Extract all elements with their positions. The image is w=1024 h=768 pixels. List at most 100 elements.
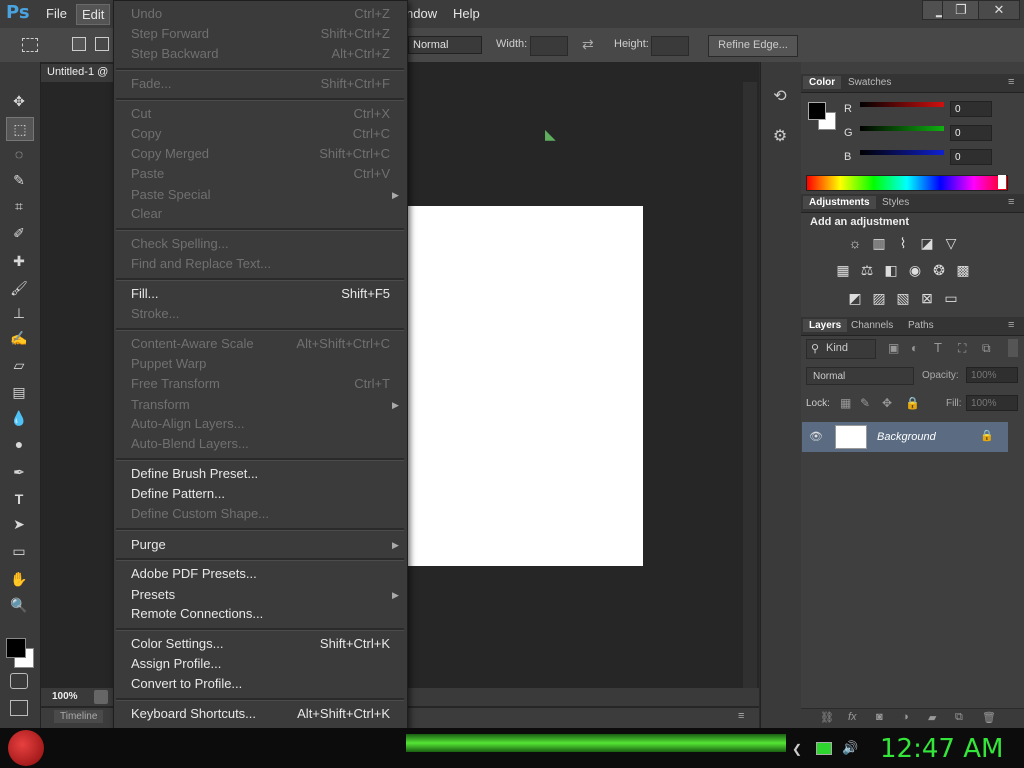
path-selection-tool-icon[interactable]: ➤	[6, 513, 32, 535]
tab-adjustments[interactable]: Adjustments	[803, 196, 876, 209]
quick-selection-tool-icon[interactable]: ✎	[6, 169, 32, 191]
filter-shape-icon[interactable]: ⛶	[958, 341, 966, 356]
edit-menu-item[interactable]: Remote Connections...	[131, 606, 263, 621]
rectangular-marquee-tool-icon[interactable]: ⬚	[6, 117, 34, 141]
restore-button[interactable]: ❐	[942, 0, 980, 20]
filter-toggle[interactable]	[1008, 339, 1018, 357]
edit-menu-item[interactable]: Paste Special	[131, 187, 211, 202]
selective-color-icon[interactable]: ⊠	[918, 291, 936, 305]
move-tool-icon[interactable]: ✥	[6, 90, 32, 112]
channel-g-field[interactable]: 0	[950, 125, 992, 141]
status-menu-icon[interactable]	[94, 690, 108, 704]
invert-icon[interactable]: ◩	[846, 291, 864, 305]
edit-menu-item[interactable]: Assign Profile...	[131, 656, 221, 671]
menu-file[interactable]: File	[46, 6, 67, 21]
edit-menu-item[interactable]: Clear	[131, 206, 162, 221]
channel-r-field[interactable]: 0	[950, 101, 992, 117]
gradient-tool-icon[interactable]: ▤	[6, 381, 32, 403]
edit-menu-item[interactable]: Color Settings...	[131, 636, 224, 651]
lock-all-icon[interactable]: 🔒	[905, 396, 920, 410]
edit-menu-item[interactable]: Purge	[131, 537, 166, 552]
new-group-icon[interactable]: ▰	[928, 711, 936, 724]
edit-menu-item[interactable]: Stroke...	[131, 306, 179, 321]
hand-tool-icon[interactable]: ✋	[6, 568, 32, 590]
edit-menu-item[interactable]: Cut	[131, 106, 151, 121]
taskbar-clock[interactable]: 12:47 AM	[880, 734, 1003, 764]
edit-menu-item[interactable]: Define Pattern...	[131, 486, 225, 501]
edit-menu-item[interactable]: Fill...	[131, 286, 158, 301]
new-layer-icon[interactable]: ⧉	[955, 711, 963, 724]
edit-menu-item[interactable]: Auto-Blend Layers...	[131, 436, 249, 451]
history-panel-icon[interactable]: ⟲	[768, 86, 792, 108]
edit-menu-item[interactable]: Define Brush Preset...	[131, 466, 258, 481]
edit-menu-item[interactable]: Check Spelling...	[131, 236, 229, 251]
rectangle-tool-icon[interactable]: ▭	[6, 540, 32, 562]
posterize-icon[interactable]: ▨	[870, 291, 888, 305]
edit-menu-item[interactable]: Keyboard Shortcuts...	[131, 706, 256, 721]
layers-panel-menu-icon[interactable]: ≡	[1008, 319, 1014, 331]
edit-menu-item[interactable]: Step Backward	[131, 46, 218, 61]
filter-adjustment-icon[interactable]: ◐	[911, 341, 918, 355]
properties-panel-icon[interactable]: ⚙	[768, 126, 792, 148]
timeline-menu-icon[interactable]: ≡	[738, 710, 744, 722]
delete-layer-icon[interactable]: 🗑	[982, 711, 996, 724]
history-brush-tool-icon[interactable]: ✍	[6, 327, 32, 349]
eraser-tool-icon[interactable]: ▱	[6, 354, 32, 376]
channel-g-slider[interactable]	[860, 126, 944, 131]
crop-tool-icon[interactable]: ⌗	[6, 195, 32, 217]
document-tab[interactable]: Untitled-1 @	[41, 64, 121, 82]
quick-mask-icon[interactable]	[10, 673, 28, 689]
height-field[interactable]	[651, 36, 689, 56]
eyedropper-tool-icon[interactable]: ✐	[6, 222, 32, 244]
black-white-icon[interactable]: ◧	[882, 263, 900, 277]
new-selection-icon[interactable]	[72, 37, 86, 51]
layer-style-icon[interactable]: fx	[848, 711, 857, 723]
color-fg-swatch[interactable]	[808, 102, 826, 120]
threshold-icon[interactable]: ▧	[894, 291, 912, 305]
timeline-tab[interactable]: Timeline	[54, 710, 104, 723]
edit-menu-item[interactable]: Find and Replace Text...	[131, 256, 271, 271]
lock-transparent-icon[interactable]: ▦	[840, 396, 851, 410]
edit-menu-item[interactable]: Paste	[131, 166, 164, 181]
edit-menu-item[interactable]: Undo	[131, 6, 162, 21]
new-adjustment-layer-icon[interactable]: ◑	[902, 711, 909, 723]
channel-r-slider[interactable]	[860, 102, 944, 107]
clone-stamp-tool-icon[interactable]: ⊥	[6, 302, 32, 324]
filter-smart-object-icon[interactable]: ⧉	[982, 341, 991, 356]
link-layers-icon[interactable]: ⛓	[820, 711, 834, 724]
photo-filter-icon[interactable]: ◉	[906, 263, 924, 277]
tab-swatches[interactable]: Swatches	[842, 76, 897, 89]
marquee-tool-preset-icon[interactable]	[22, 38, 38, 52]
channel-mixer-icon[interactable]: ❂	[930, 263, 948, 277]
blur-tool-icon[interactable]: 💧	[6, 407, 32, 429]
exposure-icon[interactable]: ◪	[918, 236, 936, 250]
menu-help[interactable]: Help	[453, 6, 480, 21]
edit-menu-item[interactable]: Step Forward	[131, 26, 209, 41]
brightness-contrast-icon[interactable]: ☼	[846, 236, 864, 250]
dodge-tool-icon[interactable]: ●	[6, 433, 32, 455]
zoom-level[interactable]: 100%	[52, 691, 78, 702]
swap-icon[interactable]: ⇄	[582, 36, 594, 53]
channel-b-slider[interactable]	[860, 150, 944, 155]
close-button[interactable]: ✕	[978, 0, 1020, 20]
color-spectrum-bar[interactable]	[806, 175, 1008, 191]
layer-thumbnail[interactable]	[835, 425, 867, 449]
edit-menu-item[interactable]: Content-Aware Scale	[131, 336, 254, 351]
pen-tool-icon[interactable]: ✒	[6, 461, 32, 483]
foreground-color-swatch[interactable]	[6, 638, 26, 658]
start-button-icon[interactable]	[8, 730, 44, 766]
lock-pixels-icon[interactable]: ✎	[860, 396, 870, 410]
layer-name[interactable]: Background	[877, 431, 936, 443]
edit-menu-item[interactable]: Copy Merged	[131, 146, 209, 161]
filter-type-icon[interactable]: T	[934, 340, 942, 355]
vertical-scrollbar[interactable]	[743, 82, 757, 688]
add-to-selection-icon[interactable]	[95, 37, 109, 51]
tab-layers[interactable]: Layers	[803, 319, 848, 332]
network-icon[interactable]	[816, 742, 832, 755]
color-lookup-icon[interactable]: ▩	[954, 263, 972, 277]
edit-menu-item[interactable]: Define Custom Shape...	[131, 506, 269, 521]
tab-color[interactable]: Color	[803, 76, 842, 89]
edit-menu-item[interactable]: Convert to Profile...	[131, 676, 242, 691]
gradient-map-icon[interactable]: ▭	[942, 291, 960, 305]
edit-menu-item[interactable]: Transform	[131, 397, 190, 412]
